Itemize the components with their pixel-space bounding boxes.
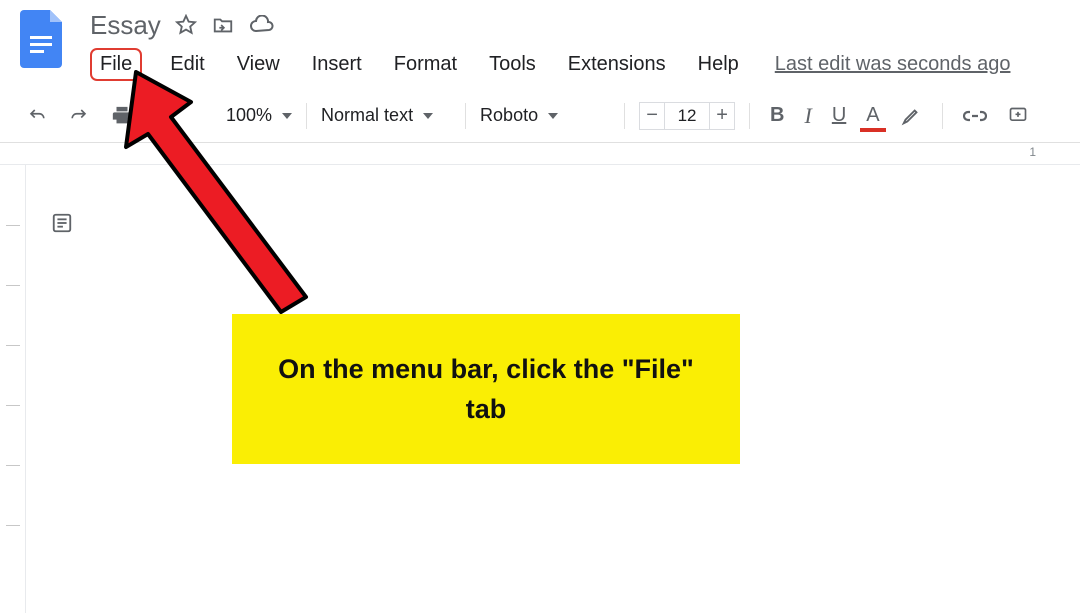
- separator: [942, 103, 943, 129]
- menu-file[interactable]: File: [90, 48, 142, 81]
- zoom-dropdown[interactable]: 100%: [226, 105, 292, 126]
- menu-format[interactable]: Format: [390, 49, 461, 80]
- separator: [624, 103, 625, 129]
- separator: [465, 103, 466, 129]
- move-folder-icon[interactable]: [211, 14, 235, 36]
- title-row: Essay: [90, 8, 1010, 42]
- cloud-status-icon[interactable]: [249, 15, 275, 35]
- font-dropdown[interactable]: Roboto: [480, 105, 610, 126]
- font-value: Roboto: [480, 105, 538, 126]
- star-icon[interactable]: [175, 14, 197, 36]
- underline-button[interactable]: U: [826, 102, 852, 129]
- insert-link-button[interactable]: [957, 106, 993, 126]
- insert-comment-button[interactable]: [1001, 104, 1035, 128]
- vertical-ruler[interactable]: [0, 165, 26, 613]
- paragraph-style-dropdown[interactable]: Normal text: [321, 105, 451, 126]
- chevron-down-icon: [548, 113, 558, 119]
- menu-extensions[interactable]: Extensions: [564, 49, 670, 80]
- ruler-mark: 1: [1029, 145, 1036, 159]
- menu-view[interactable]: View: [233, 49, 284, 80]
- separator: [749, 103, 750, 129]
- text-color-button[interactable]: A: [860, 102, 885, 129]
- menu-edit[interactable]: Edit: [166, 49, 208, 80]
- font-size-decrease[interactable]: −: [639, 102, 665, 130]
- horizontal-ruler[interactable]: 1: [0, 143, 1080, 165]
- style-value: Normal text: [321, 105, 413, 126]
- undo-button[interactable]: [20, 105, 54, 127]
- font-size-increase[interactable]: +: [709, 102, 735, 130]
- last-edit-link[interactable]: Last edit was seconds ago: [775, 53, 1011, 76]
- document-title[interactable]: Essay: [90, 10, 161, 41]
- font-size-value[interactable]: 12: [665, 102, 709, 130]
- bold-button[interactable]: B: [764, 102, 790, 129]
- outline-toggle-icon[interactable]: [50, 212, 74, 239]
- docs-app-icon[interactable]: [18, 10, 66, 68]
- print-button[interactable]: [104, 103, 140, 129]
- header: Essay File Edit View Insert Format Tools…: [0, 0, 1080, 81]
- menubar: File Edit View Insert Format Tools Exten…: [90, 48, 1010, 81]
- highlight-button[interactable]: [894, 103, 928, 129]
- menu-tools[interactable]: Tools: [485, 49, 540, 80]
- instruction-callout: On the menu bar, click the "File" tab: [232, 314, 740, 464]
- chevron-down-icon: [282, 113, 292, 119]
- toolbar: 100% Normal text Roboto − 12 + B I U A: [0, 89, 1080, 143]
- separator: [306, 103, 307, 129]
- font-size-control: − 12 +: [639, 102, 735, 130]
- zoom-value: 100%: [226, 105, 272, 126]
- chevron-down-icon: [423, 113, 433, 119]
- menu-insert[interactable]: Insert: [308, 49, 366, 80]
- italic-button[interactable]: I: [799, 101, 818, 131]
- callout-text: On the menu bar, click the "File" tab: [262, 349, 710, 430]
- redo-button[interactable]: [62, 105, 96, 127]
- menu-help[interactable]: Help: [694, 49, 743, 80]
